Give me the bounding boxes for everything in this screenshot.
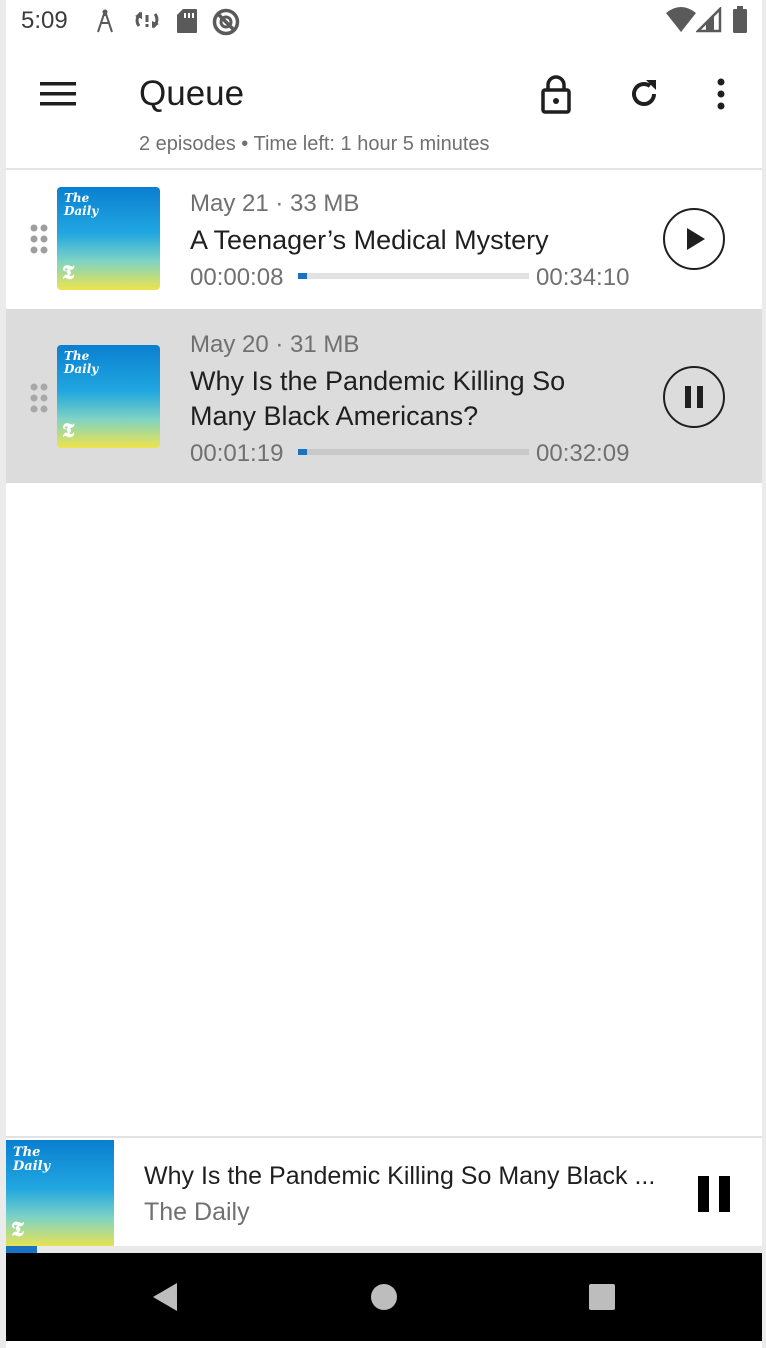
player-podcast: The Daily [144,1198,250,1226]
page-title: Queue [139,74,245,113]
status-bar: 5:09 [6,0,762,44]
episode-elapsed: 00:01:19 [190,440,284,467]
queue-item[interactable]: The Daily 𝕿 May 21 · 33 MB A Teenager’s M… [6,170,762,307]
episode-cover: The Daily 𝕿 [57,187,160,290]
play-button[interactable] [663,208,725,270]
queue-item[interactable]: The Daily 𝕿 May 20 · 31 MB Why Is the Pan… [6,309,762,483]
queue-summary: 2 episodes • Time left: 1 hour 5 minutes [139,133,490,155]
refresh-icon[interactable] [622,72,666,116]
antenna-icon [97,9,113,33]
app-toolbar: Queue 2 episodes • Time left: 1 hour 5 m… [6,44,762,170]
mini-player[interactable]: The Daily 𝕿 Why Is the Pandemic Killing S… [6,1136,762,1248]
episode-elapsed: 00:00:08 [190,264,284,291]
episode-progress-fill [298,273,308,279]
pause-button[interactable] [663,366,725,428]
sync-icon [135,11,159,29]
nyt-logo-icon: 𝕿 [11,1216,24,1241]
player-progress-bar[interactable] [6,1246,762,1253]
lock-icon[interactable] [534,72,578,116]
episode-progress-bar [298,273,529,279]
episode-duration: 00:32:09 [536,440,630,467]
sd-card-icon [177,9,197,33]
episode-cover: The Daily 𝕿 [57,345,160,448]
app-screen: 5:09 Queue 2 episodes • Time left: 1 hou… [6,0,762,1348]
episode-progress-bar [298,449,529,455]
cover-text: The Daily [64,191,99,218]
battery-icon [733,6,747,33]
drag-handle-icon[interactable] [29,382,49,414]
episode-duration: 00:34:10 [536,264,630,291]
back-icon[interactable] [149,1281,181,1313]
nyt-logo-icon: 𝕿 [62,418,75,442]
play-icon [687,228,705,250]
pause-icon[interactable] [696,1174,732,1214]
drag-handle-icon[interactable] [29,223,49,255]
wifi-icon [666,7,696,32]
episode-title: Why Is the Pandemic Killing So Many Blac… [190,366,566,431]
home-icon[interactable] [368,1281,400,1313]
blocked-icon [212,8,240,36]
pause-icon [685,386,703,408]
nyt-logo-icon: 𝕿 [62,260,75,284]
more-vert-icon[interactable] [699,72,743,116]
signal-icon [696,7,722,33]
recents-icon[interactable] [586,1281,618,1313]
player-progress-fill [6,1246,37,1253]
menu-icon[interactable] [36,78,80,110]
status-time: 5:09 [21,7,68,34]
player-title: Why Is the Pandemic Killing So Many Blac… [144,1162,656,1190]
episode-meta: May 20 · 31 MB [190,331,360,358]
cover-text: The Daily [64,349,99,376]
episode-meta: May 21 · 33 MB [190,190,360,217]
system-nav-bar [6,1253,762,1341]
episode-title: A Teenager’s Medical Mystery [190,225,549,255]
player-cover: The Daily 𝕿 [6,1140,114,1248]
cover-text: The Daily [13,1145,51,1174]
episode-progress-fill [298,449,308,455]
